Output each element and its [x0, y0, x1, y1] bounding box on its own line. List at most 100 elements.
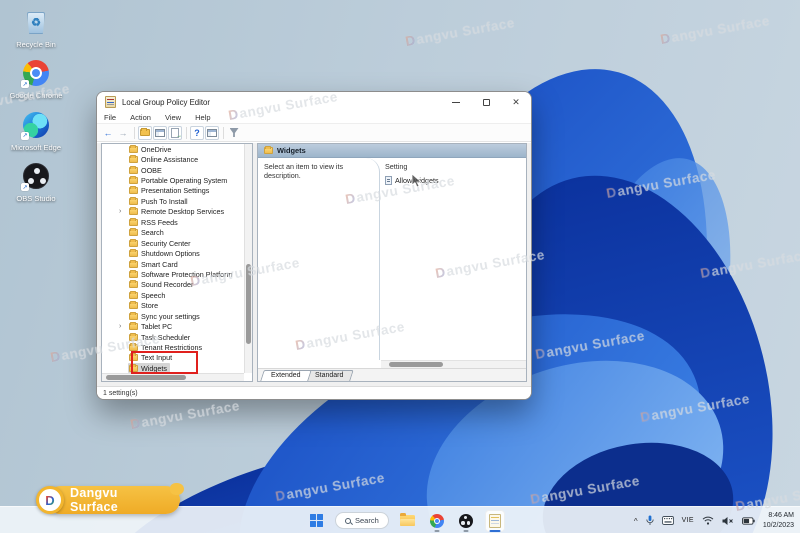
back-arrow-icon[interactable]: ←	[101, 126, 115, 140]
scrollbar-thumb[interactable]	[246, 264, 251, 344]
forward-arrow-icon[interactable]: →	[116, 126, 130, 140]
tree-item[interactable]: › Speech	[102, 290, 244, 300]
brand-logo-circle: D	[36, 486, 64, 514]
folder-icon	[129, 322, 138, 331]
folder-icon	[129, 196, 138, 205]
taskbar-clock[interactable]: 8:46 AM 10/2/2023	[763, 511, 794, 530]
menu-help[interactable]: Help	[188, 113, 217, 122]
tree-item[interactable]: › Search	[102, 228, 244, 238]
volume-muted-icon[interactable]	[722, 516, 734, 526]
tab-standard[interactable]: Standard	[303, 370, 354, 381]
settings-pane-header: Widgets	[258, 144, 526, 158]
tree-item[interactable]: › Online Assistance	[102, 154, 244, 164]
settings-horizontal-scrollbar[interactable]	[381, 360, 526, 368]
settings-pane: Widgets Select an item to view its descr…	[257, 143, 527, 382]
menu-file[interactable]: File	[97, 113, 123, 122]
chevron-right-icon[interactable]: ›	[119, 323, 126, 330]
menu-view[interactable]: View	[158, 113, 188, 122]
recycle-bin-icon: ♻	[20, 6, 52, 38]
desktop-icon-microsoft-edge[interactable]: ↗ Microsoft Edge	[4, 109, 68, 152]
folder-icon	[129, 343, 138, 352]
battery-icon[interactable]	[741, 516, 755, 525]
scrollbar-thumb[interactable]	[389, 362, 443, 367]
tree-item[interactable]: › Push To Install	[102, 196, 244, 206]
tree-item[interactable]: › Shutdown Options	[102, 248, 244, 258]
chrome-icon	[429, 513, 444, 528]
tree-item[interactable]: › Security Center	[102, 238, 244, 248]
maximize-button[interactable]	[471, 92, 501, 112]
wifi-icon[interactable]	[702, 516, 714, 525]
window-titlebar[interactable]: Local Group Policy Editor ✕	[97, 92, 531, 112]
folder-icon	[129, 259, 138, 268]
language-indicator[interactable]: VIE	[682, 517, 694, 524]
clock-time: 8:46 AM	[768, 512, 794, 520]
setting-column-header[interactable]: Setting	[385, 162, 522, 171]
tree-item[interactable]: › Software Protection Platform	[102, 269, 244, 279]
up-one-level-icon[interactable]	[138, 125, 152, 140]
folder-icon	[129, 238, 138, 247]
tree-horizontal-scrollbar[interactable]	[102, 373, 244, 381]
tree-item[interactable]: › Smart Card	[102, 259, 244, 269]
folder-icon	[129, 280, 138, 289]
close-button[interactable]: ✕	[501, 92, 531, 112]
tree-item[interactable]: › Sync your settings	[102, 311, 244, 321]
desktop-icon-google-chrome[interactable]: ↗ Google Chrome	[4, 57, 68, 100]
shortcut-arrow-icon: ↗	[21, 80, 29, 89]
minimize-button[interactable]	[441, 92, 471, 112]
windows-logo-icon	[309, 514, 323, 527]
folder-icon	[129, 363, 138, 372]
tree-item[interactable]: › Tenant Restrictions	[102, 342, 244, 352]
tree-item[interactable]: › Widgets	[102, 363, 244, 373]
policy-setting-icon	[385, 176, 392, 185]
brand-text: Dangvu Surface	[70, 486, 118, 514]
description-panel: Select an item to view its description.	[258, 158, 380, 360]
file-explorer-button[interactable]	[398, 510, 418, 532]
taskbar-search[interactable]: Search	[335, 512, 389, 529]
folder-icon	[129, 144, 138, 153]
tab-extended[interactable]: Extended	[260, 370, 312, 381]
desktop-icon-obs-studio[interactable]: ↗ OBS Studio	[4, 160, 68, 203]
folder-icon	[129, 290, 138, 299]
export-list-icon[interactable]	[168, 125, 182, 140]
help-icon[interactable]: ?	[190, 125, 204, 140]
obs-button[interactable]	[456, 510, 476, 532]
show-window-icon[interactable]	[205, 125, 219, 140]
obs-icon	[458, 513, 473, 528]
menu-action[interactable]: Action	[123, 113, 158, 122]
tree-item[interactable]: › Tablet PC	[102, 321, 244, 331]
desktop-icon-label: OBS Studio	[16, 194, 56, 204]
tree-item[interactable]: › OneDrive	[102, 144, 244, 154]
search-icon	[345, 517, 351, 524]
tree-item[interactable]: › Portable Operating System	[102, 175, 244, 185]
chevron-right-icon[interactable]: ›	[119, 208, 126, 215]
start-button[interactable]	[306, 510, 326, 532]
mouse-cursor	[411, 173, 423, 188]
filter-icon[interactable]	[227, 126, 241, 140]
tree-item[interactable]: › RSS Feeds	[102, 217, 244, 227]
folder-icon	[129, 301, 138, 310]
tree-item[interactable]: › Sound Recorder	[102, 280, 244, 290]
tree-item[interactable]: › Presentation Settings	[102, 186, 244, 196]
folder-icon	[129, 207, 138, 216]
folder-icon	[129, 353, 138, 362]
folder-icon	[129, 249, 138, 258]
scrollbar-thumb[interactable]	[106, 375, 186, 380]
tree-vertical-scrollbar[interactable]	[244, 144, 252, 373]
view-tabstrip: Extended Standard	[258, 368, 526, 381]
chrome-button[interactable]	[427, 510, 447, 532]
microphone-icon[interactable]	[646, 515, 654, 526]
chevron-up-icon[interactable]: ^	[634, 517, 638, 526]
tree-item[interactable]: › Task Scheduler	[102, 332, 244, 342]
tree-item[interactable]: › Store	[102, 301, 244, 311]
tree-item[interactable]: › Text Input	[102, 353, 244, 363]
tree-item[interactable]: › Remote Desktop Services	[102, 207, 244, 217]
desktop-icon-recycle-bin[interactable]: ♻ Recycle Bin	[4, 6, 68, 49]
tree-item[interactable]: › OOBE	[102, 165, 244, 175]
console-tree-icon[interactable]	[153, 125, 167, 140]
tree-list: › OneDrive › Online Assistance	[102, 144, 244, 373]
setting-item-allow-widgets[interactable]: Allow widgets	[385, 176, 522, 185]
gpedit-button[interactable]	[484, 509, 505, 532]
desktop-icon-label: Google Chrome	[9, 91, 63, 101]
touch-keyboard-icon[interactable]	[661, 516, 674, 525]
toolbar: ← → ?	[97, 124, 531, 142]
